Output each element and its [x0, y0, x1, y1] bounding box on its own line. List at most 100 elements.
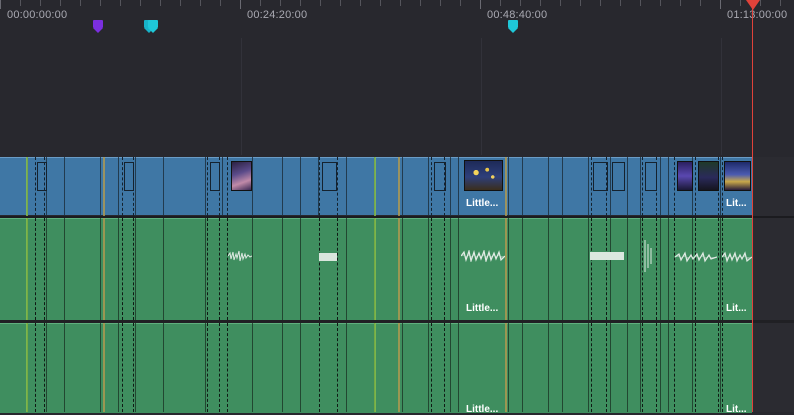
clip-edge [163, 323, 164, 412]
clip-edge [337, 218, 338, 320]
clip-edge [450, 323, 451, 412]
clip-edge [319, 218, 320, 320]
audio-waveform [722, 251, 752, 263]
clip-edge [722, 323, 723, 412]
clip-edge [252, 157, 253, 216]
clip-edge [35, 157, 36, 216]
clip-edge [319, 157, 320, 216]
clip-outline [322, 162, 337, 191]
clip-edge [562, 218, 563, 320]
ruler-tick [60, 0, 61, 6]
color-flag-line [103, 323, 105, 412]
clip-edge [122, 157, 123, 216]
clip-outline [593, 162, 608, 191]
clip-edge [674, 218, 675, 320]
clip-edge [64, 218, 65, 320]
audio-waveform [644, 240, 652, 272]
clip-edge [319, 323, 320, 412]
clip-edge [508, 218, 509, 320]
ruler-tick [280, 0, 281, 6]
clip-edge [656, 218, 657, 320]
clip-edge [300, 157, 301, 216]
timecode-label: 00:00:00:00 [7, 9, 68, 21]
clip-edge [222, 157, 223, 216]
clip-edge [522, 218, 523, 320]
clip-edge [300, 323, 301, 412]
gridline [481, 38, 482, 155]
timeline-marker-purple[interactable] [93, 20, 103, 33]
ruler-tick [500, 0, 501, 6]
clip-edge [591, 323, 592, 412]
clip-edge [431, 323, 432, 412]
clip-edge [591, 218, 592, 320]
ruler-tick [700, 0, 701, 6]
ruler-tick [40, 0, 41, 6]
clip-outline [612, 162, 625, 191]
audio-clip-label: Little... [466, 404, 499, 415]
empty-track-area[interactable] [0, 38, 794, 155]
ruler-tick [120, 0, 121, 6]
clip-edge [656, 323, 657, 412]
clip-edge [640, 323, 641, 412]
color-flag-line [26, 218, 28, 320]
clip-edge [252, 218, 253, 320]
timeline-marker-teal[interactable] [508, 20, 518, 33]
ruler-tick [520, 0, 521, 6]
clip-edge [642, 157, 643, 216]
clip-edge [207, 157, 208, 216]
clip-outline [124, 162, 134, 191]
ruler-tick [640, 0, 641, 6]
clip-edge [588, 323, 589, 412]
audio-waveform [319, 253, 337, 261]
clip-edge [219, 218, 220, 320]
clip-edge [205, 157, 206, 216]
clip-edge [450, 218, 451, 320]
video-clip-label: Lit... [726, 198, 747, 209]
empty-track-area [753, 218, 794, 320]
clip-edge [133, 323, 134, 412]
ruler-tick [320, 0, 321, 6]
clip-edge [64, 157, 65, 216]
clip-edge [346, 323, 347, 412]
clip-edge [450, 157, 451, 216]
clip-edge [44, 218, 45, 320]
clip-edge [163, 218, 164, 320]
color-flag-line [374, 157, 376, 216]
clip-edge [227, 218, 228, 320]
playhead[interactable] [752, 0, 753, 412]
ruler-tick [340, 0, 341, 6]
clip-edge [720, 157, 721, 216]
clip-edge [660, 157, 661, 216]
ruler-tick [360, 0, 361, 6]
clip-edge [64, 323, 65, 412]
clip-edge [227, 157, 228, 216]
clip-edge [522, 323, 523, 412]
playhead-handle[interactable] [746, 0, 760, 10]
clip-edge [640, 218, 641, 320]
timeline-marker-teal[interactable] [148, 20, 158, 33]
clip-edge [337, 157, 338, 216]
clip-edge [444, 218, 445, 320]
timeline-ruler[interactable]: 00:00:00:00 00:24:20:00 00:48:40:00 01:1… [0, 0, 794, 39]
ruler-tick [200, 0, 201, 6]
clip-edge [135, 218, 136, 320]
clip-edge [122, 323, 123, 412]
clip-edge [640, 157, 641, 216]
color-flag-line [398, 323, 400, 412]
ruler-tick [240, 0, 241, 9]
clip-edge [35, 323, 36, 412]
clip-edge [695, 157, 696, 216]
clip-edge [133, 218, 134, 320]
clip-edge [135, 157, 136, 216]
clip-edge [660, 323, 661, 412]
clip-edge [46, 218, 47, 320]
clip-edge [610, 218, 611, 320]
ruler-tick [20, 0, 21, 6]
audio-waveform [590, 252, 624, 260]
clip-edge [252, 323, 253, 412]
clip-edge [100, 157, 101, 216]
ruler-tick [760, 0, 761, 6]
clip-edge [668, 218, 669, 320]
clip-edge [610, 323, 611, 412]
clip-thumbnail [677, 161, 693, 191]
